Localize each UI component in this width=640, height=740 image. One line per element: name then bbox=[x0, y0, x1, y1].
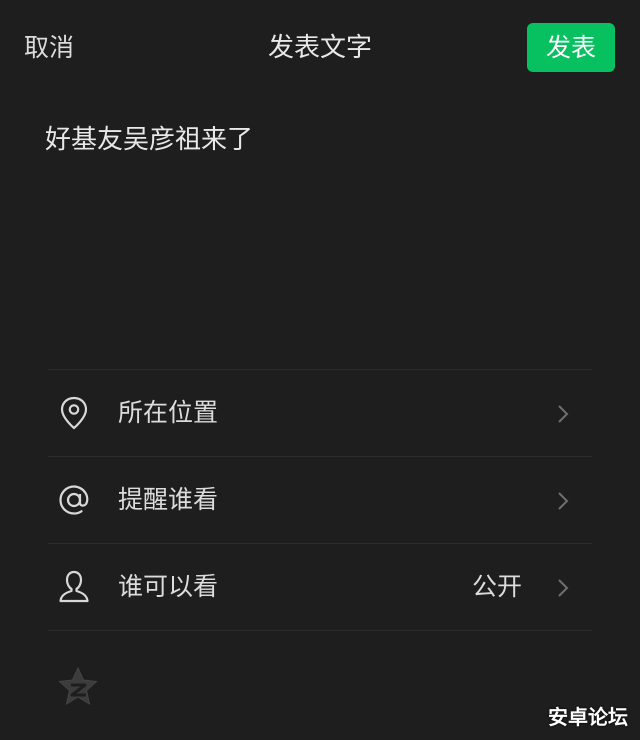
post-text-input[interactable]: 好基友吴彦祖来了 bbox=[45, 118, 595, 162]
publish-button[interactable]: 发表 bbox=[527, 23, 615, 72]
at-sign-icon bbox=[59, 485, 89, 515]
chevron-right-icon bbox=[558, 579, 569, 597]
compose-post-screen: 取消 发表文字 发表 好基友吴彦祖来了 所在位置 提醒谁看 谁可以看 公开 安卓… bbox=[0, 0, 640, 740]
divider bbox=[48, 630, 592, 631]
qzone-star-icon[interactable] bbox=[56, 665, 100, 709]
option-mention[interactable]: 提醒谁看 bbox=[48, 457, 592, 543]
chevron-right-icon bbox=[558, 492, 569, 510]
option-label: 谁可以看 bbox=[118, 572, 219, 601]
watermark-text: 安卓论坛 bbox=[548, 705, 628, 729]
person-icon bbox=[59, 570, 89, 603]
location-pin-icon bbox=[60, 396, 88, 430]
options-list: 所在位置 提醒谁看 谁可以看 公开 bbox=[48, 369, 592, 631]
option-label: 提醒谁看 bbox=[118, 485, 219, 514]
option-visibility[interactable]: 谁可以看 公开 bbox=[48, 544, 592, 630]
top-bar: 取消 发表文字 发表 bbox=[0, 0, 640, 96]
option-label: 所在位置 bbox=[118, 398, 219, 427]
chevron-right-icon bbox=[558, 405, 569, 423]
option-value: 公开 bbox=[471, 572, 522, 601]
option-location[interactable]: 所在位置 bbox=[48, 370, 592, 456]
